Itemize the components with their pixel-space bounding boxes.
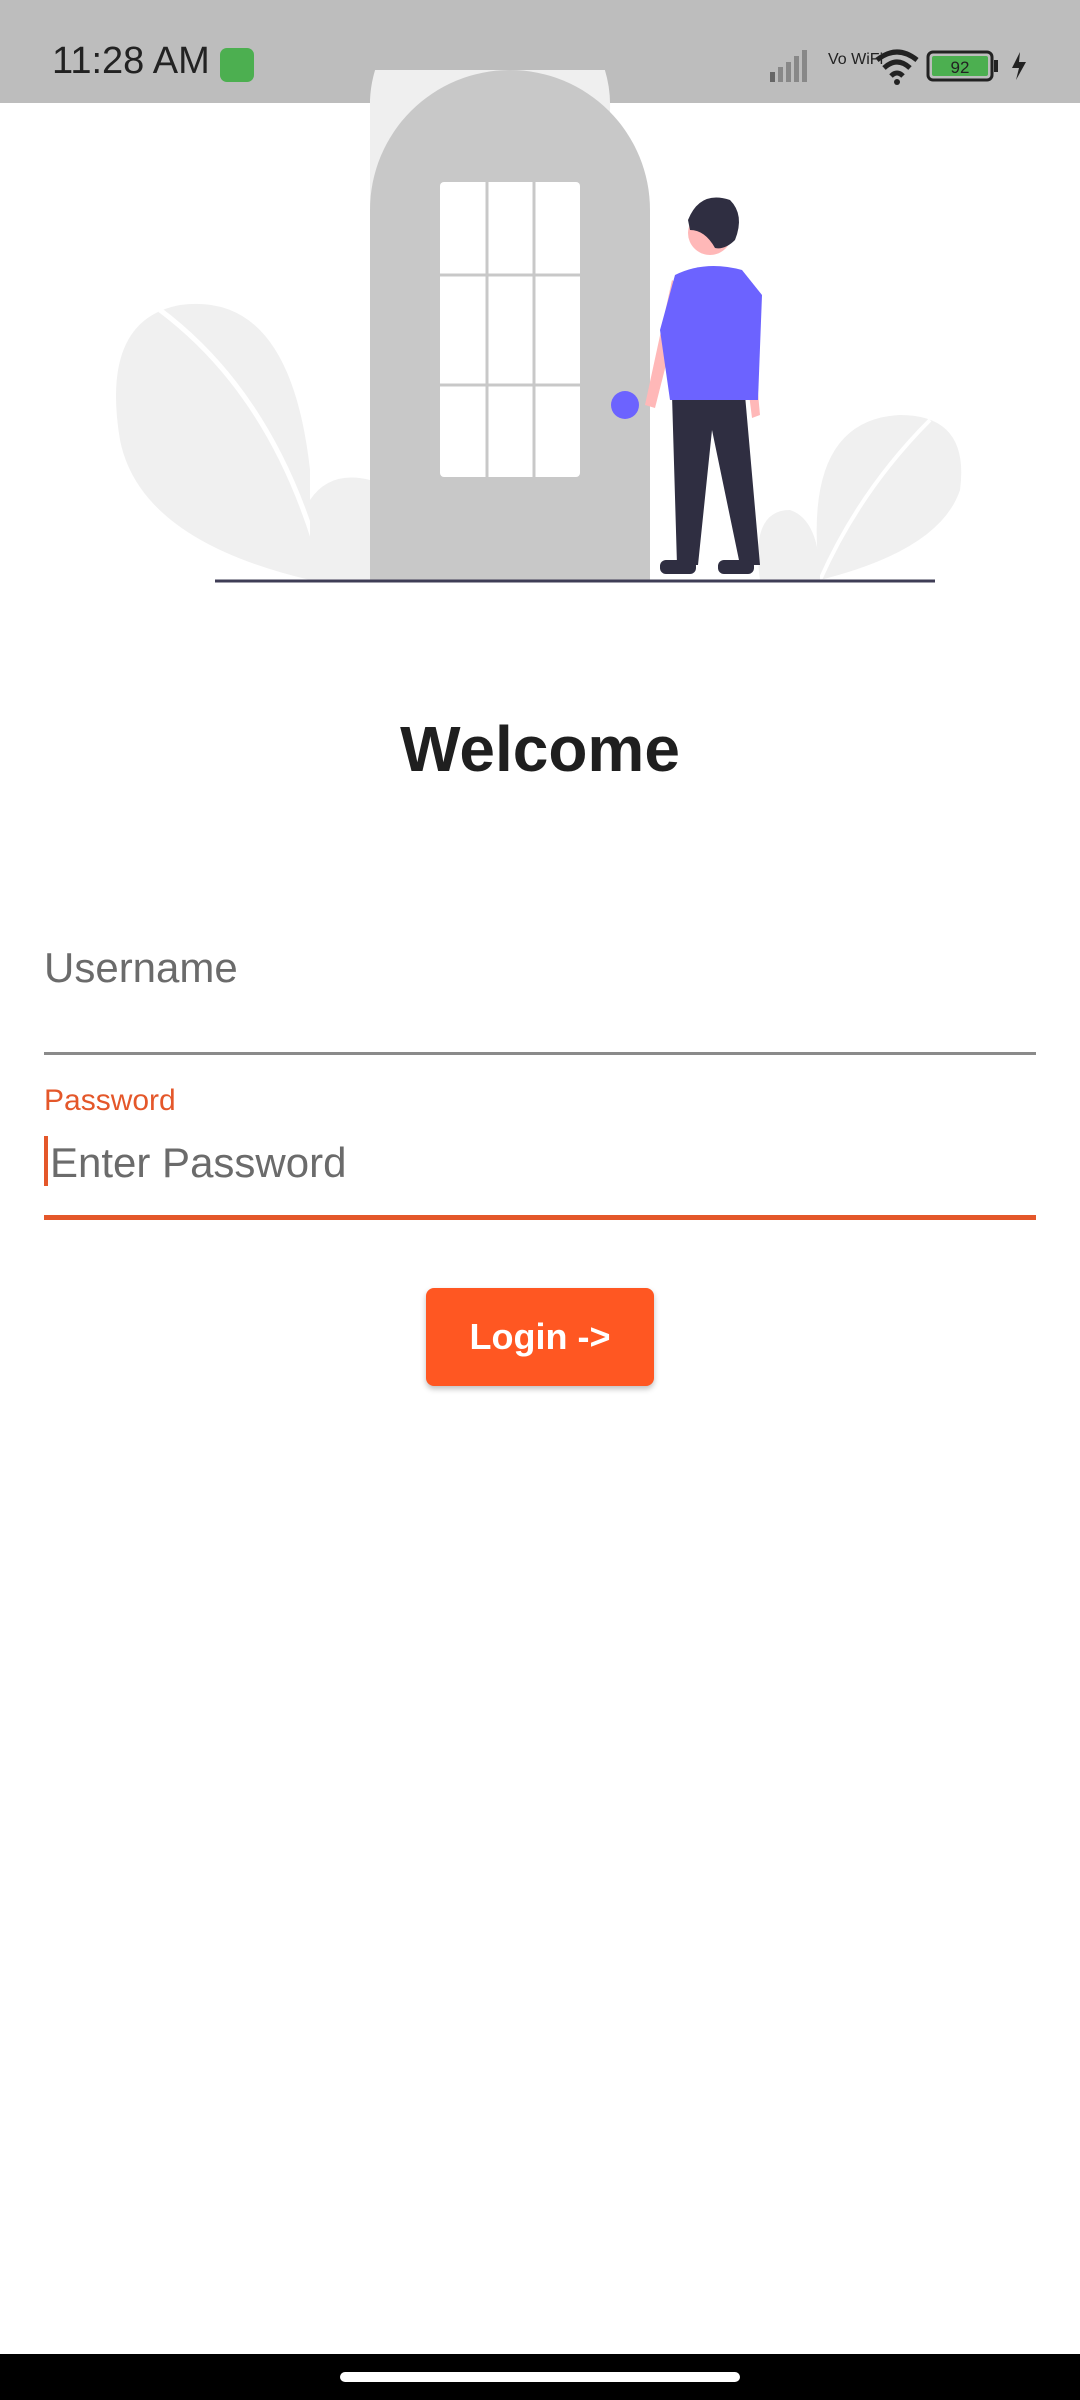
- username-underline: [44, 1052, 1036, 1055]
- text-cursor: [44, 1136, 48, 1186]
- charging-icon: [1012, 52, 1026, 80]
- password-field[interactable]: Password: [44, 1080, 1042, 1220]
- password-input[interactable]: [44, 1128, 1042, 1198]
- navigation-bar: [0, 2354, 1080, 2400]
- password-underline: [44, 1215, 1036, 1220]
- home-indicator[interactable]: [340, 2372, 740, 2382]
- password-label: Password: [44, 1084, 176, 1117]
- login-button[interactable]: Login ->: [426, 1288, 654, 1386]
- username-field[interactable]: Username: [44, 930, 1036, 1055]
- vowifi-icon: Vo WiFi: [828, 51, 883, 68]
- door-person-illustration: [116, 70, 962, 583]
- username-placeholder: Username: [44, 944, 238, 991]
- page-title: Welcome: [400, 713, 680, 785]
